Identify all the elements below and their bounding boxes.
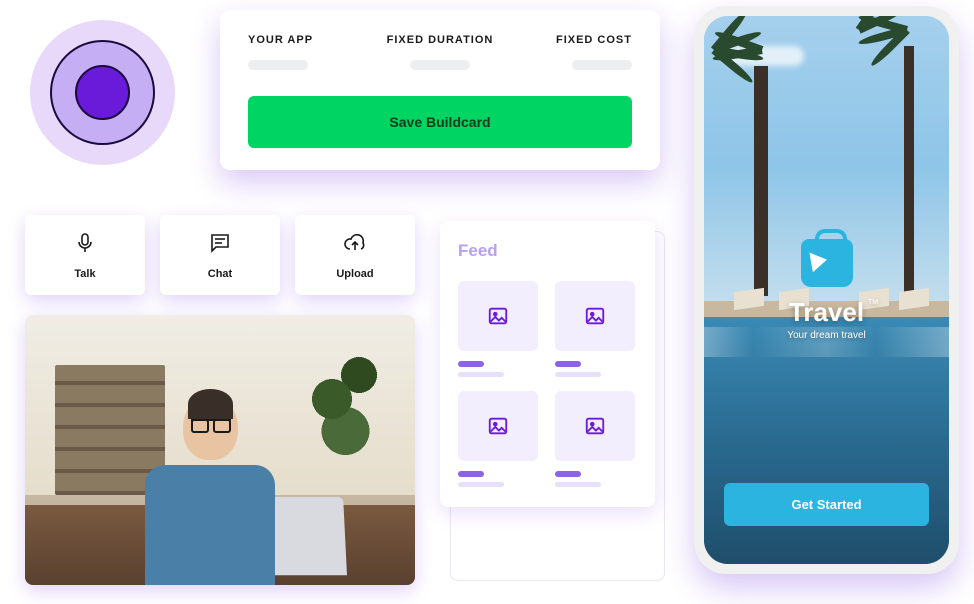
image-icon [487,415,509,437]
placeholder-bar [248,60,308,70]
image-placeholder [458,391,538,461]
chat-icon [208,231,232,260]
feed-item[interactable] [458,391,541,487]
talk-button[interactable]: Talk [25,215,145,295]
upload-button[interactable]: Upload [295,215,415,295]
feed-card: Feed [440,221,655,507]
placeholder-bar [410,60,470,70]
upload-label: Upload [336,268,373,280]
save-buildcard-button[interactable]: Save Buildcard [248,96,632,148]
image-icon [487,305,509,327]
talk-label: Talk [74,268,95,280]
brand-logo [30,20,175,165]
image-icon [584,415,606,437]
phone-mockup: Travel TM Your dream travel Get Started [694,6,959,574]
buildcard-panel: YOUR APP FIXED DURATION FIXED COST Save … [220,10,660,170]
image-placeholder [555,281,635,351]
travel-app-logo [801,239,853,287]
hero-photo [25,315,415,585]
cloud-upload-icon [343,231,367,260]
buildcard-col-cost: FIXED COST [504,34,632,46]
buildcard-col-duration: FIXED DURATION [376,34,504,46]
feed-card-stack: Feed [440,221,665,581]
chat-label: Chat [208,268,232,280]
chat-button[interactable]: Chat [160,215,280,295]
phone-screen: Travel TM Your dream travel Get Started [704,16,949,564]
buildcard-col-your-app: YOUR APP [248,34,376,46]
mic-icon [73,231,97,260]
feed-item[interactable] [555,281,638,377]
placeholder-bar [572,60,632,70]
trademark-symbol: TM [868,299,878,306]
image-icon [584,305,606,327]
feed-item[interactable] [555,391,638,487]
travel-app-title: Travel TM [789,297,864,328]
feed-item[interactable] [458,281,541,377]
feed-title: Feed [458,241,637,261]
image-placeholder [458,281,538,351]
travel-app-subtitle: Your dream travel [787,330,866,341]
image-placeholder [555,391,635,461]
